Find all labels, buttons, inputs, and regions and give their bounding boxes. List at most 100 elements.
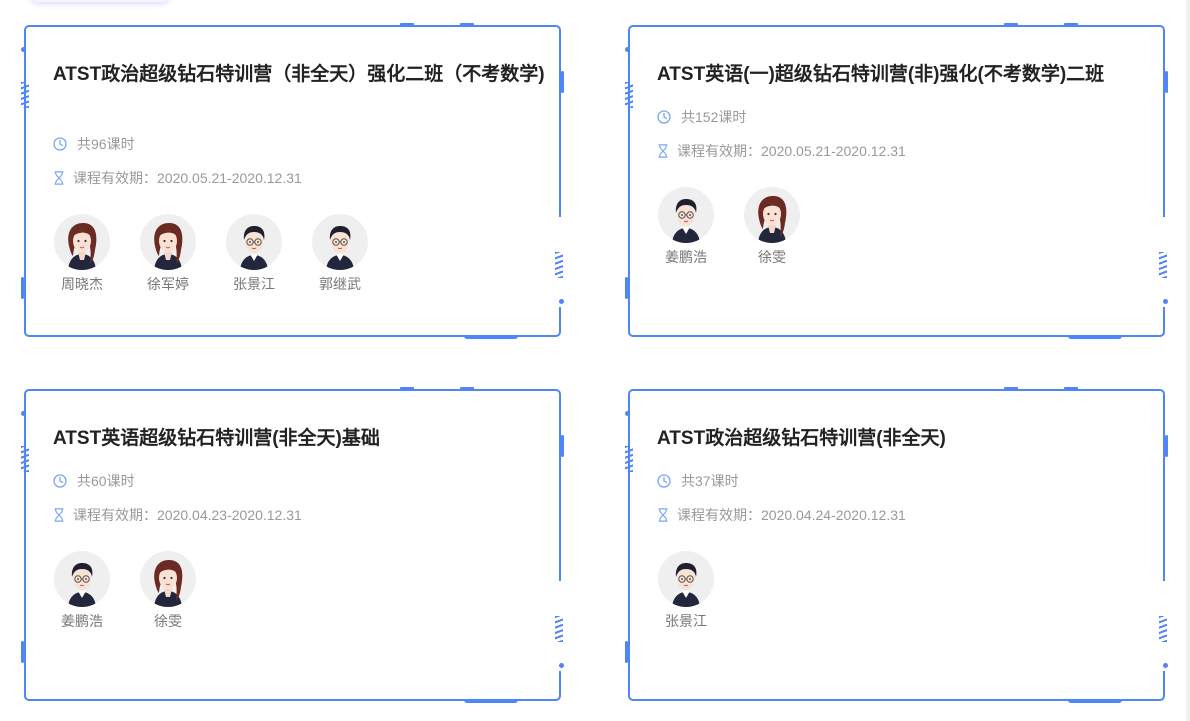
teacher-name: 徐雯: [154, 613, 182, 629]
teacher-avatar[interactable]: [312, 214, 368, 270]
clock-icon: [657, 110, 671, 124]
side-decoration: [561, 71, 564, 93]
teacher-item[interactable]: 徐雯: [139, 551, 197, 631]
course-title[interactable]: ATST英语超级钻石特训营(非全天)基础: [53, 425, 553, 452]
decoration-dot: [21, 47, 26, 52]
corner-decoration: [460, 387, 474, 391]
decoration-stripes: [1159, 616, 1167, 642]
validity-period: 课程有效期：2020.05.21-2020.12.31: [657, 141, 906, 161]
side-decoration: [1165, 71, 1168, 93]
decoration-dot: [1163, 663, 1168, 668]
course-card[interactable]: ATST政治超级钻石特训营(非全天) 共37课时 课程有效期：2020.04.2…: [625, 387, 1168, 703]
hourglass-icon: [658, 144, 668, 158]
teacher-avatar[interactable]: [658, 551, 714, 607]
teacher-name: 徐雯: [758, 249, 786, 265]
corner-decoration: [400, 387, 414, 391]
validity-period: 课程有效期：2020.04.23-2020.12.31: [53, 505, 302, 525]
avatar-illustration: [68, 563, 96, 607]
bottom-decoration: [464, 335, 518, 339]
teacher-name: 姜鹏浩: [665, 249, 707, 265]
course-card[interactable]: ATST政治超级钻石特训营（非全天）强化二班（不考数学) 共96课时 课程有效期…: [21, 23, 564, 339]
bottom-decoration: [464, 699, 518, 703]
decoration-dot: [1163, 299, 1168, 304]
lesson-count: 共37课时: [657, 471, 739, 491]
decoration-stripes: [625, 446, 633, 472]
decoration-stripes: [1159, 252, 1167, 278]
avatar-illustration: [68, 223, 97, 270]
decoration-dot: [21, 411, 26, 416]
lesson-count-text: 共152课时: [681, 109, 747, 125]
top-tab-indicator: [30, 0, 170, 2]
teacher-name: 郭继武: [319, 276, 361, 292]
lesson-count-text: 共60课时: [77, 473, 135, 489]
lesson-count-text: 共37课时: [681, 473, 739, 489]
teacher-avatar[interactable]: [140, 214, 196, 270]
scrollbar[interactable]: [1186, 0, 1190, 721]
decoration-dot: [559, 299, 564, 304]
validity-period: 课程有效期：2020.04.24-2020.12.31: [657, 505, 906, 525]
decoration-dot: [625, 411, 630, 416]
course-card[interactable]: ATST英语超级钻石特训营(非全天)基础 共60课时 课程有效期：2020.04…: [21, 387, 564, 703]
teacher-avatar[interactable]: [140, 551, 196, 607]
teacher-avatar[interactable]: [54, 551, 110, 607]
clock-icon: [657, 474, 671, 488]
decoration-stripes: [555, 252, 563, 278]
teacher-item[interactable]: 周晓杰: [53, 214, 111, 294]
avatar-illustration: [758, 196, 787, 243]
teacher-list: 周晓杰 徐军婷 张景江 郭继武: [53, 214, 397, 294]
course-card[interactable]: ATST英语(一)超级钻石特训营(非)强化(不考数学)二班 共152课时 课程有…: [625, 23, 1168, 339]
teacher-item[interactable]: 姜鹏浩: [657, 187, 715, 267]
lesson-count: 共60课时: [53, 471, 135, 491]
side-decoration: [625, 641, 628, 663]
side-decoration: [21, 641, 24, 663]
lesson-count: 共96课时: [53, 134, 135, 154]
clock-icon: [53, 474, 67, 488]
avatar-illustration: [154, 560, 183, 607]
avatar-illustration: [672, 563, 700, 607]
avatar-illustration: [672, 199, 700, 243]
course-title[interactable]: ATST政治超级钻石特训营(非全天): [657, 425, 1157, 452]
clock-icon: [53, 137, 67, 151]
side-decoration: [561, 435, 564, 457]
teacher-name: 徐军婷: [147, 276, 189, 292]
validity-text: 课程有效期：2020.05.21-2020.12.31: [73, 170, 302, 186]
course-title[interactable]: ATST英语(一)超级钻石特训营(非)强化(不考数学)二班: [657, 61, 1157, 88]
teacher-list: 姜鹏浩 徐雯: [53, 551, 225, 631]
corner-decoration: [400, 23, 414, 27]
teacher-name: 姜鹏浩: [61, 613, 103, 629]
hourglass-icon: [54, 171, 64, 185]
teacher-list: 姜鹏浩 徐雯: [657, 187, 829, 267]
teacher-name: 张景江: [665, 613, 707, 629]
corner-decoration: [1004, 387, 1018, 391]
teacher-avatar[interactable]: [54, 214, 110, 270]
validity-text: 课程有效期：2020.04.24-2020.12.31: [677, 507, 906, 523]
decoration-dot: [559, 663, 564, 668]
hourglass-icon: [658, 508, 668, 522]
teacher-list: 张景江: [657, 551, 743, 631]
avatar-illustration: [154, 223, 183, 270]
teacher-item[interactable]: 徐雯: [743, 187, 801, 267]
side-decoration: [1165, 435, 1168, 457]
teacher-avatar[interactable]: [226, 214, 282, 270]
teacher-item[interactable]: 姜鹏浩: [53, 551, 111, 631]
teacher-avatar[interactable]: [658, 187, 714, 243]
corner-decoration: [1004, 23, 1018, 27]
side-decoration: [625, 277, 628, 299]
course-title[interactable]: ATST政治超级钻石特训营（非全天）强化二班（不考数学): [53, 61, 553, 88]
corner-decoration: [1064, 387, 1078, 391]
validity-period: 课程有效期：2020.05.21-2020.12.31: [53, 168, 302, 188]
teacher-avatar[interactable]: [744, 187, 800, 243]
corner-decoration: [460, 23, 474, 27]
validity-text: 课程有效期：2020.05.21-2020.12.31: [677, 143, 906, 159]
teacher-name: 张景江: [233, 276, 275, 292]
teacher-item[interactable]: 郭继武: [311, 214, 369, 294]
validity-text: 课程有效期：2020.04.23-2020.12.31: [73, 507, 302, 523]
lesson-count: 共152课时: [657, 107, 746, 127]
hourglass-icon: [54, 508, 64, 522]
teacher-item[interactable]: 张景江: [657, 551, 715, 631]
avatar-illustration: [326, 226, 354, 270]
teacher-item[interactable]: 徐军婷: [139, 214, 197, 294]
corner-decoration: [1064, 23, 1078, 27]
decoration-stripes: [555, 616, 563, 642]
teacher-item[interactable]: 张景江: [225, 214, 283, 294]
